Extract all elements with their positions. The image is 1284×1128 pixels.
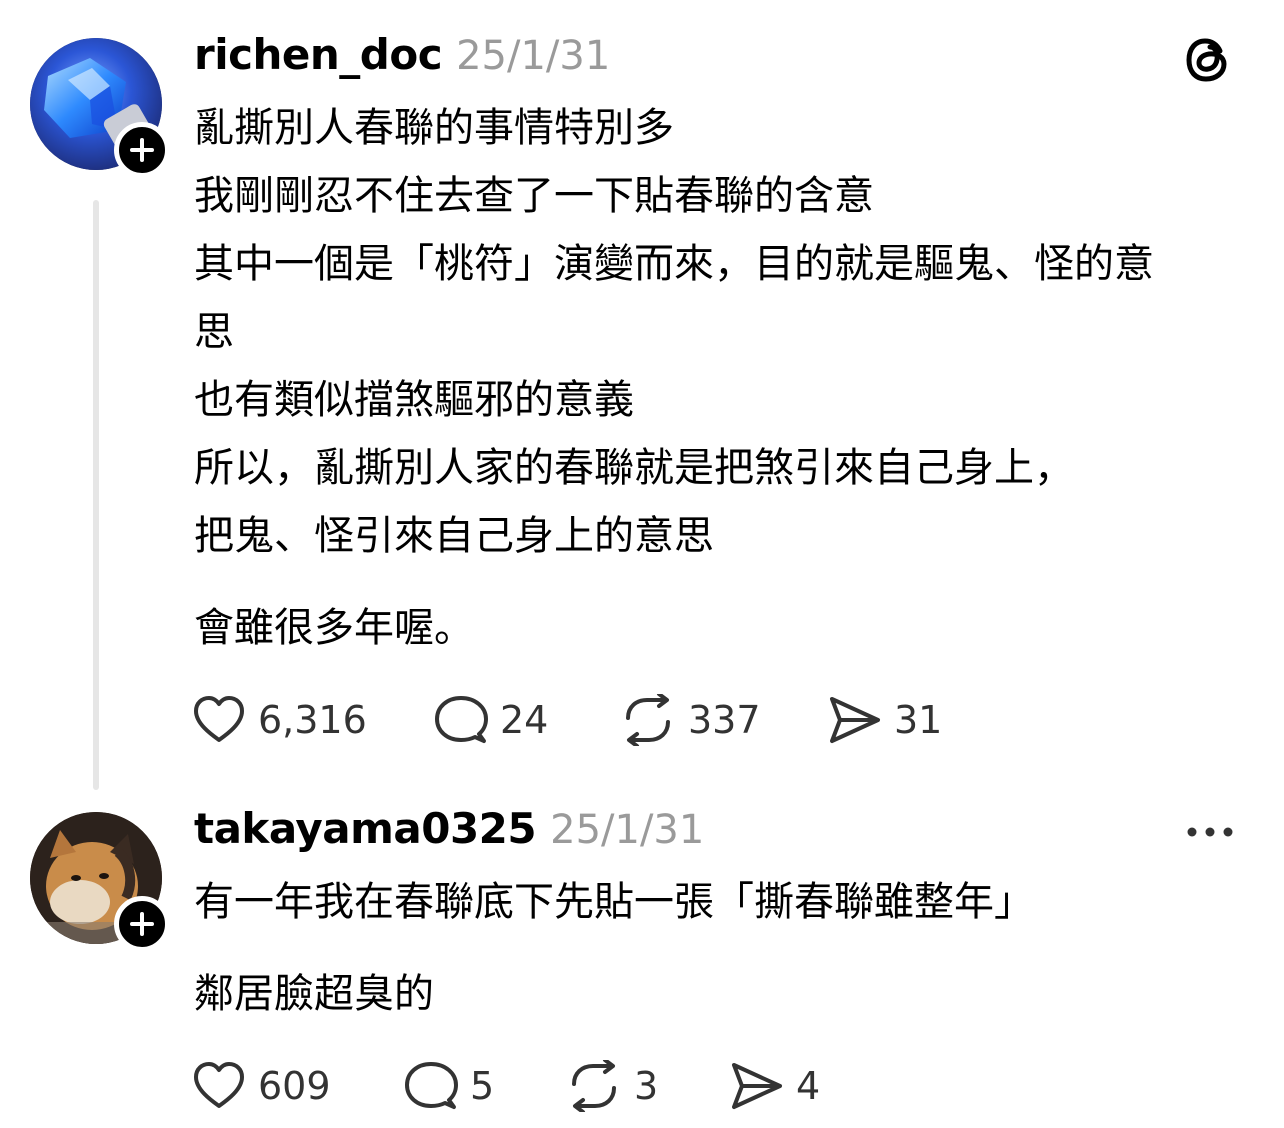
- like-button[interactable]: 6,316: [192, 690, 367, 750]
- post-richen-doc: richen_doc 25/1/31 亂撕別人春聯的事情特別多 我剛剛忍不住去查…: [0, 0, 1284, 800]
- share-count: 31: [894, 698, 943, 742]
- text-line: 有一年我在春聯底下先貼一張「撕春聯雖整年」: [194, 879, 1034, 925]
- paragraph: 有一年我在春聯底下先貼一張「撕春聯雖整年」: [194, 868, 1264, 936]
- heart-icon: [194, 696, 244, 742]
- text-line: 鄰居臉超臭的: [194, 971, 434, 1017]
- text-line: 其中一個是「桃符」演變而來，目的就是驅鬼、怪的意: [194, 241, 1154, 287]
- post-header: richen_doc 25/1/31: [194, 30, 610, 79]
- text-line: 會雖很多年喔。: [194, 605, 474, 651]
- repost-button[interactable]: 337: [620, 690, 761, 750]
- send-paper-plane-icon: [732, 1063, 782, 1109]
- text-line: 也有類似擋煞驅邪的意義: [194, 377, 634, 423]
- post-takayama0325: takayama0325 25/1/31 有一年我在春聯底下先貼一張「撕春聯雖整…: [0, 800, 1284, 1128]
- reply-button[interactable]: 24: [434, 690, 548, 750]
- repost-button[interactable]: 3: [566, 1056, 658, 1116]
- post-header: takayama0325 25/1/31: [194, 804, 704, 853]
- send-paper-plane-icon: [830, 697, 880, 743]
- follow-plus-button[interactable]: [114, 896, 170, 952]
- heart-icon: [194, 1062, 244, 1108]
- post-body: 亂撕別人春聯的事情特別多 我剛剛忍不住去查了一下貼春聯的含意 其中一個是「桃符」…: [194, 94, 1264, 662]
- reply-count: 5: [470, 1064, 495, 1108]
- comment-bubble-icon: [405, 1062, 458, 1109]
- action-bar: 609 5 3 4: [192, 1056, 892, 1116]
- threads-logo-icon[interactable]: [1184, 34, 1234, 86]
- text-line: 我剛剛忍不住去查了一下貼春聯的含意: [194, 173, 874, 219]
- reply-count: 24: [500, 698, 549, 742]
- repost-count: 337: [688, 698, 761, 742]
- paragraph: 亂撕別人春聯的事情特別多 我剛剛忍不住去查了一下貼春聯的含意 其中一個是「桃符」…: [194, 94, 1264, 570]
- text-line: 思: [194, 309, 234, 355]
- reply-button[interactable]: 5: [404, 1056, 494, 1116]
- username[interactable]: takayama0325: [194, 804, 537, 853]
- repost-arrows-icon: [572, 1060, 616, 1112]
- follow-plus-button[interactable]: [114, 122, 170, 178]
- repost-arrows-icon: [626, 694, 670, 746]
- comment-bubble-icon: [435, 696, 488, 743]
- like-button[interactable]: 609: [192, 1056, 331, 1116]
- post-body: 有一年我在春聯底下先貼一張「撕春聯雖整年」 鄰居臉超臭的: [194, 868, 1264, 1028]
- repost-count: 3: [634, 1064, 659, 1108]
- share-button[interactable]: 4: [730, 1056, 820, 1116]
- text-line: 把鬼、怪引來自己身上的意思: [194, 513, 714, 559]
- text-line: 亂撕別人春聯的事情特別多: [194, 105, 674, 151]
- action-bar: 6,316 24 337 31: [192, 690, 992, 750]
- like-count: 6,316: [258, 698, 367, 742]
- username[interactable]: richen_doc: [194, 30, 443, 79]
- timestamp[interactable]: 25/1/31: [550, 807, 704, 853]
- paragraph: 會雖很多年喔。: [194, 594, 1264, 662]
- thread-line: [93, 200, 99, 790]
- more-options-icon[interactable]: [1186, 826, 1234, 838]
- paragraph: 鄰居臉超臭的: [194, 960, 1264, 1028]
- share-button[interactable]: 31: [828, 690, 942, 750]
- text-line: 所以，亂撕別人家的春聯就是把煞引來自己身上，: [194, 445, 1074, 491]
- share-count: 4: [796, 1064, 821, 1108]
- timestamp[interactable]: 25/1/31: [456, 33, 610, 79]
- like-count: 609: [258, 1064, 331, 1108]
